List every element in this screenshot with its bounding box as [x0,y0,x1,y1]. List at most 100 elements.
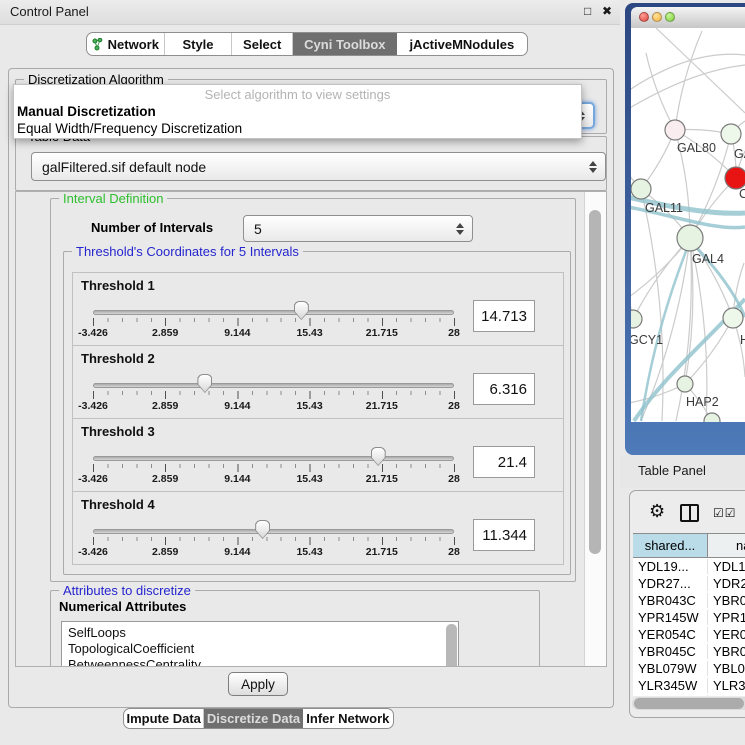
table-hscrollbar[interactable] [632,697,745,710]
table-cell-name: YDL1 [708,559,745,574]
svg-text:C: C [739,187,745,201]
table-row[interactable]: YDR27...YDR2 [633,575,745,592]
slider-scale-label: -3.426 [78,546,108,558]
numerical-attributes-list[interactable]: SelfLoopsTopologicalCoefficientBetweenne… [61,621,459,667]
popup-item[interactable]: Manual Discretization [14,104,581,121]
settings-scroll-area: Interval Definition Number of Intervals … [15,191,607,667]
threshold-value-input[interactable]: 21.4 [473,446,535,478]
num-intervals-value: 5 [254,221,262,237]
tab-label: Impute Data [127,711,201,726]
interval-definition-title: Interval Definition [59,191,167,206]
close-icon[interactable]: ✖ [602,4,612,18]
split-columns-icon[interactable] [680,504,699,522]
close-traffic-light-icon[interactable] [639,12,649,22]
network-canvas[interactable]: GAL80GACGAL11GAL4GCY1HHAP2 [631,28,745,422]
screen: Control Panel □ ✖ Network Style SelectCyni… [0,0,745,745]
table-rows: YDL19...YDL1YDR27...YDR2YBR043CYBR0YPR14… [633,558,745,696]
table-row[interactable]: YBL079WYBL0 [633,660,745,677]
attributes-group-title: Attributes to discretize [59,583,195,598]
slider-scale-label: 21.715 [366,400,398,412]
table-row[interactable]: YBR045CYBR0 [633,643,745,660]
table-cell-shared-name: YDR27... [633,576,708,591]
threshold-block: Threshold 3-3.4262.8599.14415.4321.71528… [72,418,564,492]
table-row[interactable]: YPR145WYPR1 [633,609,745,626]
cyni-toolbox-panel: Discretization Algorithm Table Data galF… [8,68,614,708]
float-icon[interactable]: □ [584,4,591,18]
table-cell-name: YBR0 [708,593,745,608]
tab-cyni-toolbox[interactable]: Cyni Toolbox [293,33,397,55]
slider-track[interactable] [93,383,454,388]
tab-discretize-data[interactable]: Discretize Data [204,709,302,728]
slider-scale-label: 28 [448,400,460,412]
slider-scale-label: 2.859 [152,327,178,339]
svg-text:GA: GA [734,147,745,161]
slider-track[interactable] [93,529,454,534]
tab-label: Discretize Data [207,711,300,726]
column-header-shared[interactable]: shared... [633,534,708,557]
table-row[interactable]: YBR043CYBR0 [633,592,745,609]
popup-placeholder: Select algorithm to view settings [14,85,581,104]
slider-scale-label: 2.859 [152,400,178,412]
tab-impute-data[interactable]: Impute Data [124,709,204,728]
network-window-titlebar[interactable] [631,7,745,29]
panel-title: Control Panel [10,4,89,19]
table-hscrollbar-thumb[interactable] [634,698,744,709]
table-cell-name: YER0 [708,627,745,642]
threshold-value-input[interactable]: 14.713 [473,300,535,332]
table-data-group: Table Data galFiltered.sif default node [15,136,607,191]
table-cell-shared-name: YBR045C [633,644,708,659]
slider-scale-label: 21.715 [366,327,398,339]
table-panel-title: Table Panel [638,463,706,478]
table-row[interactable]: YIL052CYIL0 [633,694,745,696]
table-cell-name: YPR1 [708,610,745,625]
table-row[interactable]: YER054CYER0 [633,626,745,643]
table-row[interactable]: YLR345WYLR3 [633,677,745,694]
network-view-window[interactable]: GAL80GACGAL11GAL4GCY1HHAP2 [625,3,745,455]
threshold-value-input[interactable]: 6.316 [473,373,535,405]
num-intervals-combo[interactable]: 5 [243,215,473,242]
tab-infer-network[interactable]: Infer Network [303,709,393,728]
thresholds-group: Threshold's Coordinates for 5 Intervals … [63,251,571,575]
table-cell-shared-name: YBL079W [633,661,708,676]
attribute-list-item[interactable]: TopologicalCoefficient [62,641,458,657]
gear-icon[interactable]: ⚙ [649,501,665,522]
slider-scale-label: -3.426 [78,327,108,339]
table-row[interactable]: YDL19...YDL1 [633,558,745,575]
main-scrollbar-thumb[interactable] [589,210,601,554]
attributes-group: Attributes to discretize Numerical Attri… [50,590,540,667]
main-scrollbar[interactable] [584,192,606,666]
slider-scale-label: 15.43 [296,400,322,412]
slider-track[interactable] [93,310,454,315]
tab-network[interactable]: Network [87,33,165,55]
list-scrollbar-thumb[interactable] [446,624,457,667]
minimize-traffic-light-icon[interactable] [652,12,662,22]
threshold-value-input[interactable]: 11.344 [473,519,535,551]
tab-jactivemnodules[interactable]: jActiveMNodules [397,33,527,55]
tab-select[interactable]: Select [232,33,293,55]
svg-text:GAL4: GAL4 [692,252,724,266]
tab-label: Network [108,37,159,52]
slider-scale-label: 2.859 [152,473,178,485]
slider-ticks [93,464,455,473]
slider-track[interactable] [93,456,454,461]
slider-scale-label: -3.426 [78,473,108,485]
maximize-traffic-light-icon[interactable] [665,12,675,22]
apply-button[interactable]: Apply [228,672,288,696]
tab-style[interactable]: Style [165,33,233,55]
tab-label: Style [182,37,213,52]
threshold-block: Threshold 1-3.4262.8599.14415.4321.71528… [72,272,564,346]
slider-ticks [93,391,455,400]
attribute-list-item[interactable]: SelfLoops [62,625,458,641]
table-cell-name: YIL0 [708,695,745,696]
list-scrollbar[interactable] [446,624,457,667]
tab-label: Infer Network [306,711,389,726]
column-header-name[interactable]: na [708,534,745,557]
attribute-list-item[interactable]: BetweennessCentrality [62,657,458,667]
slider-scale-label: 15.43 [296,327,322,339]
table-cell-shared-name: YDL19... [633,559,708,574]
slider-scale-label: 28 [448,546,460,558]
table-data-combo[interactable]: galFiltered.sif default node [31,152,606,181]
select-columns-icon[interactable]: ☑☑ [713,506,737,520]
popup-item[interactable]: Equal Width/Frequency Discretization [14,121,581,138]
table-panel-titlebar: Table Panel [620,455,745,488]
